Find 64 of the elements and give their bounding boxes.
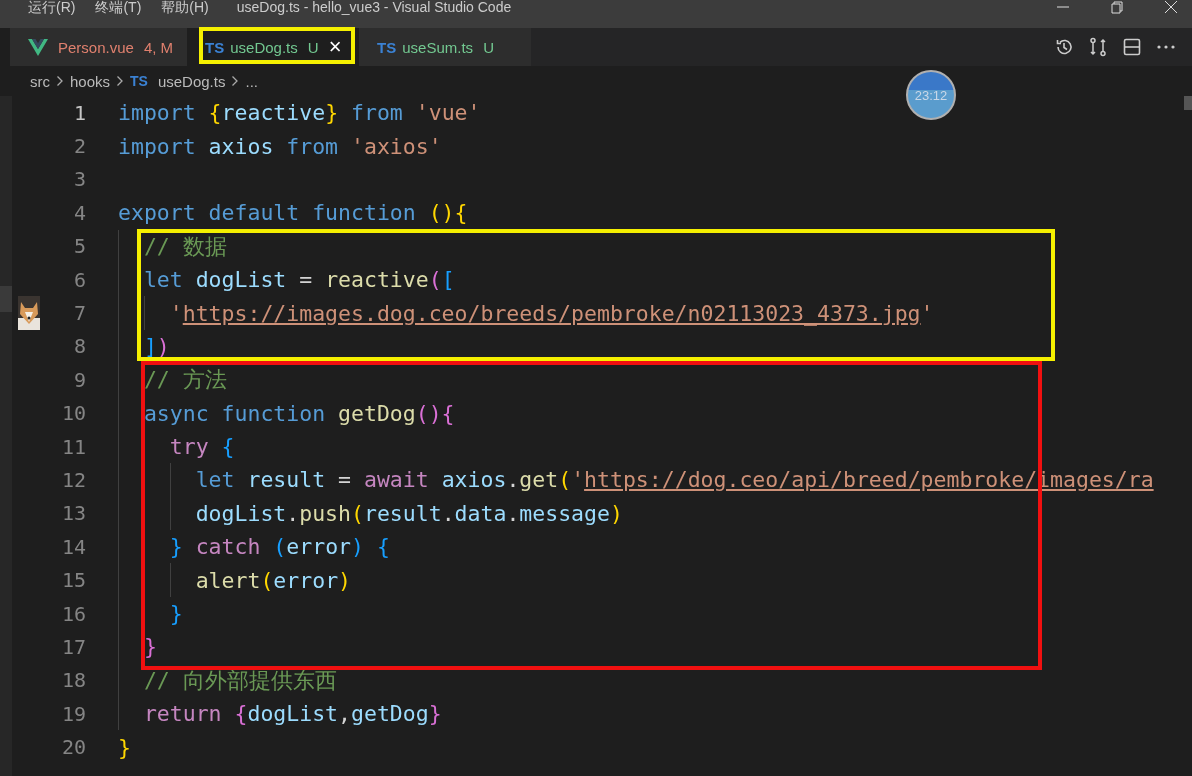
line-number: 10 xyxy=(61,401,86,426)
compare-changes-icon[interactable] xyxy=(1088,37,1108,57)
history-icon[interactable] xyxy=(1054,37,1074,57)
code-line: async function getDog(){ xyxy=(118,396,455,430)
line-number: 9 xyxy=(73,367,86,392)
typescript-icon: TS xyxy=(205,38,225,56)
sidebar-marker xyxy=(0,286,12,312)
line-number: 20 xyxy=(61,735,86,760)
code-line: } catch (error) { xyxy=(118,530,390,564)
line-number: 17 xyxy=(61,634,86,659)
code-line: import axios from 'axios' xyxy=(118,132,442,161)
line-number: 1 xyxy=(73,100,86,125)
breadcrumb-item[interactable]: hooks xyxy=(70,72,111,90)
code-line: let dogList = reactive([ xyxy=(118,262,455,297)
line-number: 16 xyxy=(61,601,86,626)
window-title: useDog.ts - hello_vue3 - Visual Studio Code xyxy=(236,0,512,14)
breadcrumb-item[interactable]: src xyxy=(30,72,50,90)
line-number: 3 xyxy=(73,167,86,192)
code-line: // 向外部提供东西 xyxy=(118,663,337,698)
line-number: 2 xyxy=(73,134,86,159)
code-line: dogList.push(result.data.message) xyxy=(118,496,623,531)
code-line: // 方法 xyxy=(118,363,227,397)
scrollbar-thumb[interactable] xyxy=(1184,96,1192,110)
restore-icon[interactable] xyxy=(1110,0,1124,14)
code-line: return {dogList,getDog} xyxy=(118,697,442,731)
code-line: 'https://images.dog.ceo/breeds/pembroke/n02113023_4373.jpg' xyxy=(118,296,934,330)
menu-item[interactable]: 终端(T) xyxy=(95,0,142,14)
line-number: 18 xyxy=(61,668,86,693)
code-line: import {reactive} from 'vue' xyxy=(118,99,481,128)
line-number: 13 xyxy=(61,501,86,526)
code-line: export default function (){ xyxy=(118,199,468,228)
clock-widget: 23:12 xyxy=(906,70,956,120)
breadcrumb-item[interactable]: ... xyxy=(245,72,258,90)
code-line: // 数据 xyxy=(118,229,227,263)
typescript-icon: TS xyxy=(377,38,397,56)
code-line: try { xyxy=(118,429,235,464)
line-number: 4 xyxy=(73,200,86,225)
line-number: 8 xyxy=(73,334,86,359)
typescript-icon: TS xyxy=(130,73,148,89)
split-editor-icon[interactable] xyxy=(1122,37,1142,57)
editor-tab[interactable]: Person.vue 4, M xyxy=(10,28,188,66)
chevron-icon xyxy=(231,75,240,87)
editor-tab[interactable]: TS useSum.ts U xyxy=(359,28,532,66)
line-number: 12 xyxy=(61,468,86,492)
code-line: alert(error) xyxy=(118,563,352,597)
menu-item[interactable]: 运行(R) xyxy=(28,0,76,14)
code-line: } xyxy=(118,596,183,631)
chevron-icon xyxy=(56,75,64,87)
line-number: 14 xyxy=(61,534,86,559)
chevron-icon xyxy=(116,75,125,87)
vue-logo-icon xyxy=(28,38,48,56)
breadcrumb-item[interactable]: useDog.ts xyxy=(157,72,226,90)
menu-item[interactable]: 帮助(H) xyxy=(161,0,209,14)
line-number: 6 xyxy=(73,267,86,292)
line-number: 11 xyxy=(61,434,86,459)
line-number: 19 xyxy=(61,701,86,726)
line-number: 15 xyxy=(61,568,86,593)
code-line: } xyxy=(118,733,131,762)
code-line: } xyxy=(118,630,157,664)
close-icon[interactable] xyxy=(1164,0,1178,14)
line-number: 7 xyxy=(73,301,86,326)
line-number: 5 xyxy=(73,234,86,259)
close-tab-button[interactable]: × xyxy=(328,37,342,57)
more-icon[interactable] xyxy=(1156,44,1176,50)
